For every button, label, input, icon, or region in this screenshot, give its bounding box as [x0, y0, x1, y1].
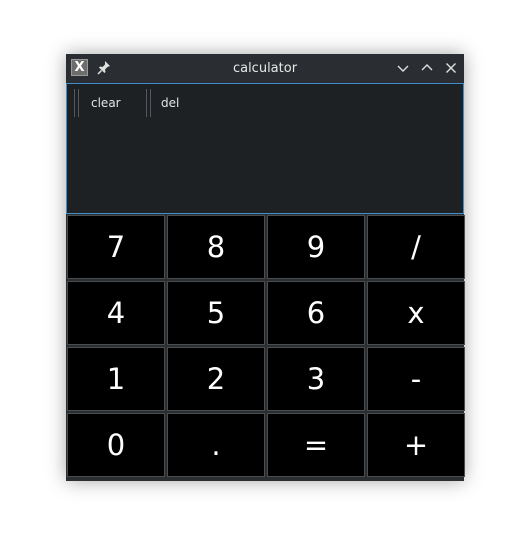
key-2-button[interactable]: 2 — [167, 347, 265, 411]
keypad: 7 8 9 / 4 5 6 x 1 2 3 - 0 . = + — [66, 214, 465, 481]
close-icon[interactable] — [443, 60, 459, 76]
equals-button[interactable]: = — [267, 413, 365, 477]
key-1-button[interactable]: 1 — [67, 347, 165, 411]
display-toolbar: clear del — [66, 83, 464, 214]
key-6-button[interactable]: 6 — [267, 281, 365, 345]
clear-button[interactable]: clear — [85, 92, 127, 114]
maximize-icon[interactable] — [419, 60, 435, 76]
key-3-button[interactable]: 3 — [267, 347, 365, 411]
calculator-window: X calculator clear del 7 8 9 / 4 5 6 x 1… — [66, 54, 465, 481]
del-button[interactable]: del — [155, 92, 185, 114]
decimal-button[interactable]: . — [167, 413, 265, 477]
subtract-button[interactable]: - — [367, 347, 465, 411]
key-4-button[interactable]: 4 — [67, 281, 165, 345]
minimize-icon[interactable] — [395, 60, 411, 76]
key-9-button[interactable]: 9 — [267, 215, 365, 279]
toolbar-handle[interactable] — [146, 89, 151, 117]
multiply-button[interactable]: x — [367, 281, 465, 345]
add-button[interactable]: + — [367, 413, 465, 477]
key-7-button[interactable]: 7 — [67, 215, 165, 279]
key-5-button[interactable]: 5 — [167, 281, 265, 345]
divide-button[interactable]: / — [367, 215, 465, 279]
key-8-button[interactable]: 8 — [167, 215, 265, 279]
key-0-button[interactable]: 0 — [67, 413, 165, 477]
toolbar-handle[interactable] — [74, 89, 79, 117]
title-bar[interactable]: X calculator — [66, 54, 464, 83]
